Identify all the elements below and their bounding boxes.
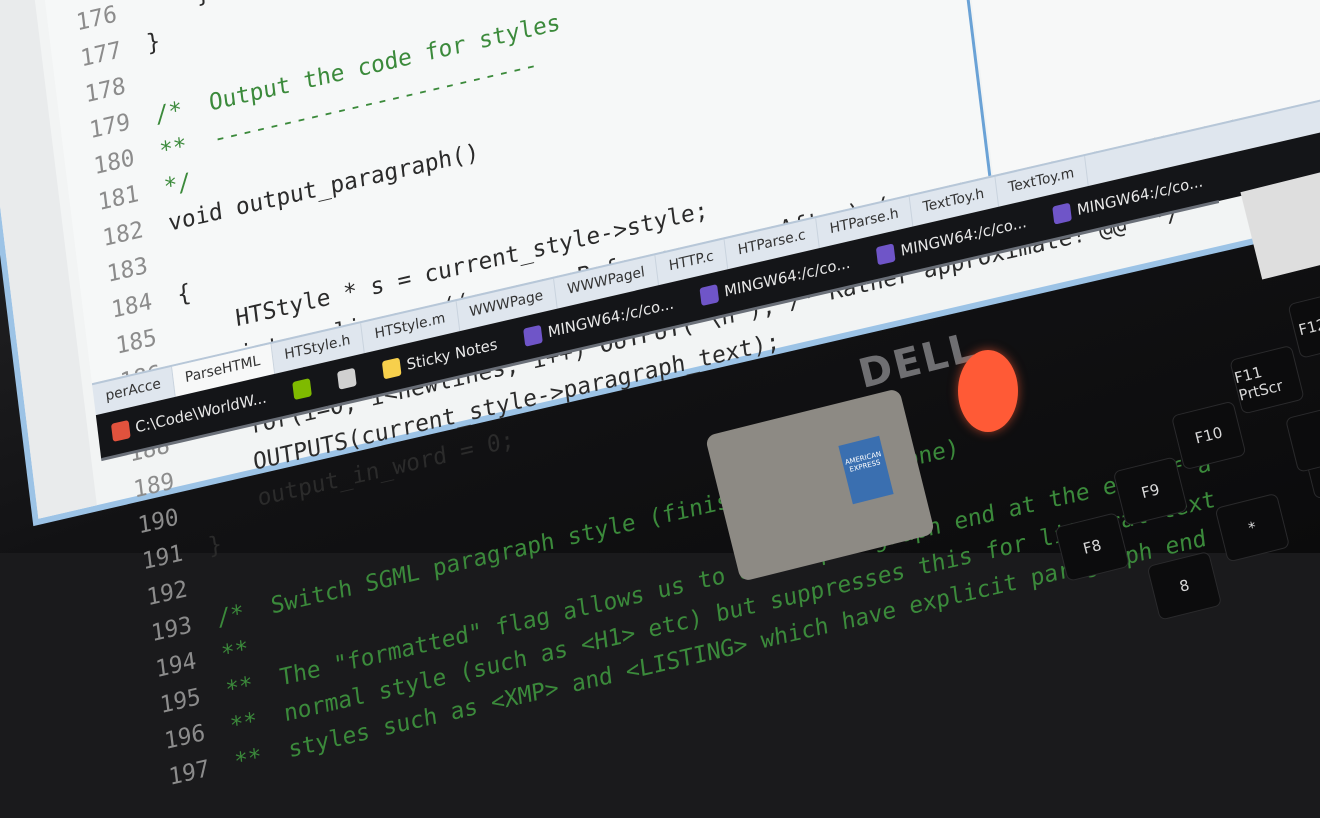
line-text: */ [162, 168, 193, 201]
folder-icon [337, 367, 358, 390]
keyboard-key[interactable]: F10 [1170, 400, 1247, 471]
git-icon [110, 419, 131, 442]
line-text [171, 247, 174, 273]
mingw-icon [876, 242, 896, 265]
taskbar-item[interactable] [277, 361, 328, 419]
app-icon [292, 377, 313, 400]
line-text: ** [219, 635, 251, 669]
keyboard-key[interactable]: 8 [1146, 550, 1223, 621]
keyboard-key[interactable]: F12 Ins [1287, 289, 1320, 359]
line-text: } [144, 28, 162, 58]
laptop-keyboard-deck: 175 Highlig176 }177}178179/* Output the … [0, 0, 1320, 791]
keyboard-key[interactable]: * [1214, 492, 1291, 563]
keyboard-key[interactable]: F11 PrtScr [1229, 344, 1305, 415]
mingw-icon [699, 283, 720, 306]
sticky-notes-icon [382, 356, 402, 379]
keyboard-key[interactable]: F9 [1112, 456, 1189, 527]
mingw-icon [523, 324, 544, 347]
keyboard-key[interactable]: F8 [1054, 512, 1131, 582]
line-text: { [175, 279, 193, 309]
keyboard-key[interactable]: ( [1284, 403, 1320, 473]
line-text [211, 570, 214, 596]
line-text: } [206, 531, 224, 561]
line-text [149, 67, 152, 93]
mingw-icon [1052, 202, 1073, 225]
